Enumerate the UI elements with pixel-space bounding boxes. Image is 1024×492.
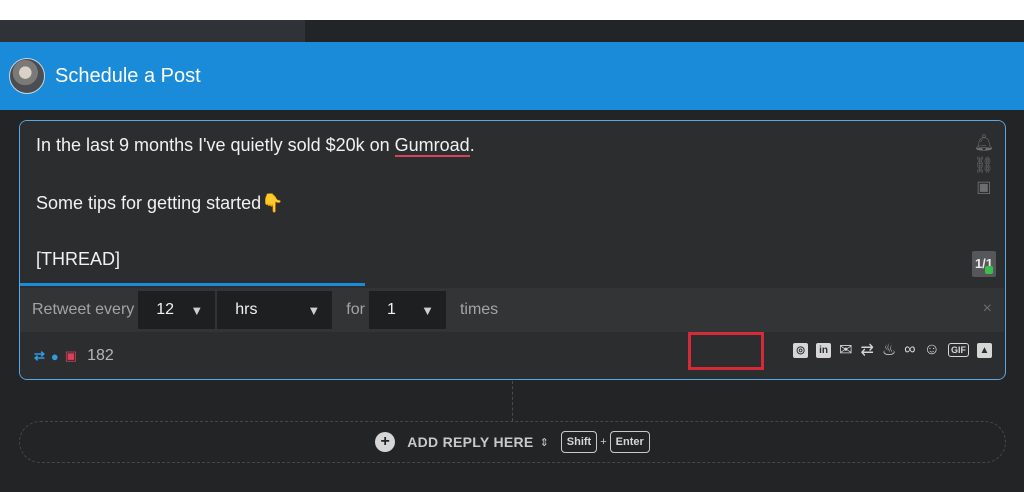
editor-line-1: In the last 9 months I've quietly sold $… (36, 135, 475, 157)
avatar[interactable] (9, 58, 45, 94)
calendar-icon: ▣ (64, 348, 78, 363)
shift-key: Shift (560, 431, 598, 453)
plus-icon: + (600, 436, 607, 448)
thread-connector (512, 381, 513, 421)
retweet-label: Retweet every (32, 301, 135, 318)
text-segment: Some tips for getting started (36, 193, 262, 213)
editor-line-3: [THREAD] (36, 249, 121, 269)
interval-select[interactable]: 12 ▼ (138, 291, 216, 329)
chevron-down-icon: ▼ (190, 302, 204, 318)
chevron-down-icon: ▼ (421, 302, 434, 318)
comment-icon: ● (50, 348, 59, 364)
fire-icon[interactable]: ♨ (882, 340, 896, 360)
emoji-icon[interactable]: ☺ (924, 341, 940, 359)
linkedin-icon[interactable]: in (816, 342, 832, 358)
post-footer: ⇄ ● ▣ 182 ◎ in ✉ ⇄ ♨ ∞ ☺ GIF ▲ (20, 332, 1004, 379)
close-icon[interactable]: × (983, 300, 992, 318)
email-icon[interactable]: ✉ (839, 340, 852, 360)
text-segment: In the last 9 months I've quietly sold $… (36, 135, 395, 155)
times-label: times (459, 301, 499, 318)
gumroad-link[interactable]: Gumroad (394, 135, 470, 157)
times-value: 1 (386, 301, 396, 318)
header: Schedule a Post (0, 42, 1024, 110)
post-card: In the last 9 months I've quietly sold $… (19, 120, 1006, 380)
interval-value: 12 (156, 301, 175, 318)
auto-retweet-icon[interactable]: ⇄ (861, 340, 874, 360)
for-label: for (346, 301, 365, 318)
status-icons: ⇄ ● ▣ (34, 348, 77, 364)
post-toolbar: ◎ in ✉ ⇄ ♨ ∞ ☺ GIF ▲ (793, 340, 992, 360)
pointing-down-emoji: 👇 (261, 193, 284, 213)
retweet-icon: ⇄ (34, 348, 45, 363)
active-tab-segment[interactable] (0, 20, 305, 42)
editor-side-tools: 🔔︎ ⛓ ▣ (974, 133, 994, 197)
top-bar (0, 0, 1024, 20)
character-count: 182 (87, 347, 114, 364)
post-editor[interactable]: In the last 9 months I've quietly sold $… (20, 121, 1004, 288)
unlink-icon[interactable]: ⛓ (974, 155, 994, 175)
link-add-icon[interactable]: ∞ (904, 341, 915, 359)
unit-value: hrs (235, 301, 258, 318)
bell-icon[interactable]: 🔔︎ (974, 133, 994, 153)
image-icon[interactable]: ▲ (977, 342, 992, 358)
status-dot (985, 266, 993, 274)
sort-icon: ⇕ (539, 436, 549, 449)
unit-select[interactable]: hrs ▼ (217, 291, 333, 329)
add-reply-button[interactable]: + ADD REPLY HERE ⇕ Shift + Enter (19, 421, 1006, 463)
add-icon: + (375, 432, 396, 452)
text-segment: . (469, 135, 475, 155)
instagram-icon[interactable]: ◎ (793, 342, 809, 358)
retweet-settings: Retweet every 12 ▼ hrs ▼ for 1 ▼ times × (20, 288, 1004, 332)
page-title: Schedule a Post (55, 64, 201, 87)
add-reply-label: ADD REPLY HERE (407, 434, 534, 450)
enter-key: Enter (609, 431, 650, 453)
selection-highlight (688, 332, 764, 370)
editor-line-2: Some tips for getting started👇 (36, 193, 284, 214)
character-progress-bar (20, 283, 365, 286)
times-select[interactable]: 1 ▼ (368, 291, 446, 329)
robot-icon[interactable]: ▣ (976, 177, 991, 197)
chevron-down-icon: ▼ (307, 302, 321, 318)
gif-icon[interactable]: GIF (948, 343, 969, 357)
tab-strip (0, 20, 1024, 42)
thread-counter: 1/1 (972, 251, 996, 277)
